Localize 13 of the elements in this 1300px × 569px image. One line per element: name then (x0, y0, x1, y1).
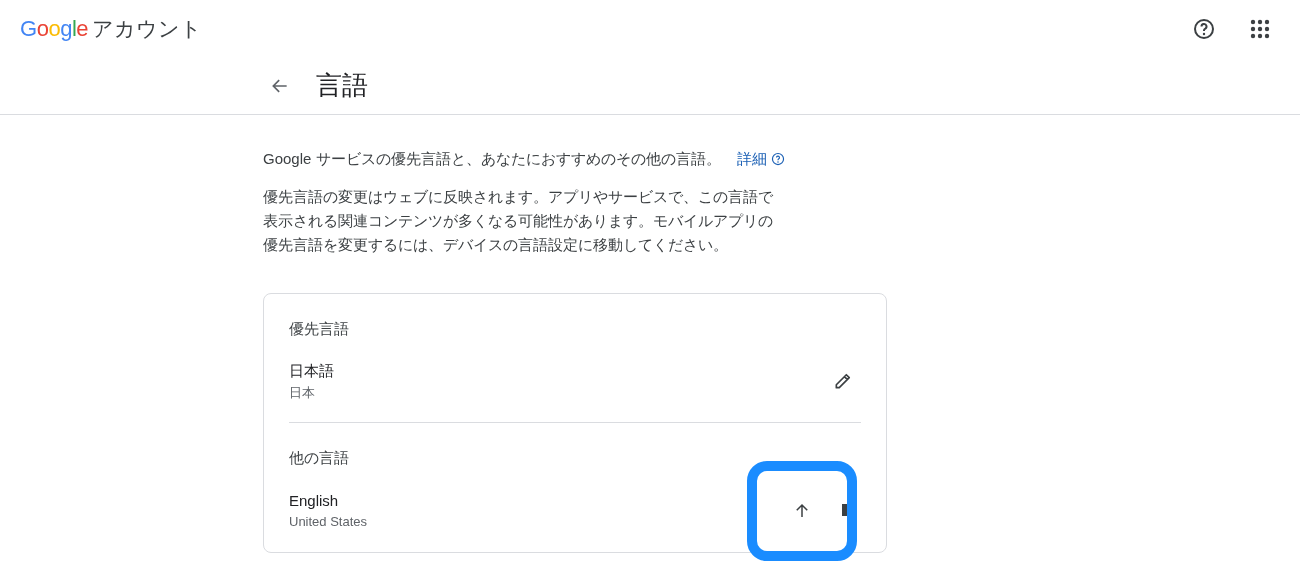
language-region: United States (289, 513, 369, 531)
description-text: 優先言語の変更はウェブに反映されます。アプリやサービスで、この言語で 表示される関連コンテンツが多くなる可能性があります。モバイルアプリの 優先言語を変更するには、デバイスの言語設定に移動してください。 (263, 186, 774, 255)
language-name: English (289, 490, 340, 511)
product-name: アカウント (92, 15, 202, 42)
language-region: 日本 (289, 383, 316, 402)
google-logo[interactable]: Google (20, 12, 88, 45)
intro-text: Google サービスの優先言語と、あなたにおすすめのその他の言語。 (263, 149, 721, 169)
section-heading: 他の言語 (289, 448, 350, 468)
learn-more-link[interactable]: 詳細 (736, 148, 785, 171)
help-icon (770, 152, 785, 167)
page-title: 言語 (316, 69, 368, 102)
language-name: 日本語 (289, 361, 335, 381)
section-heading: 優先言語 (289, 318, 350, 339)
